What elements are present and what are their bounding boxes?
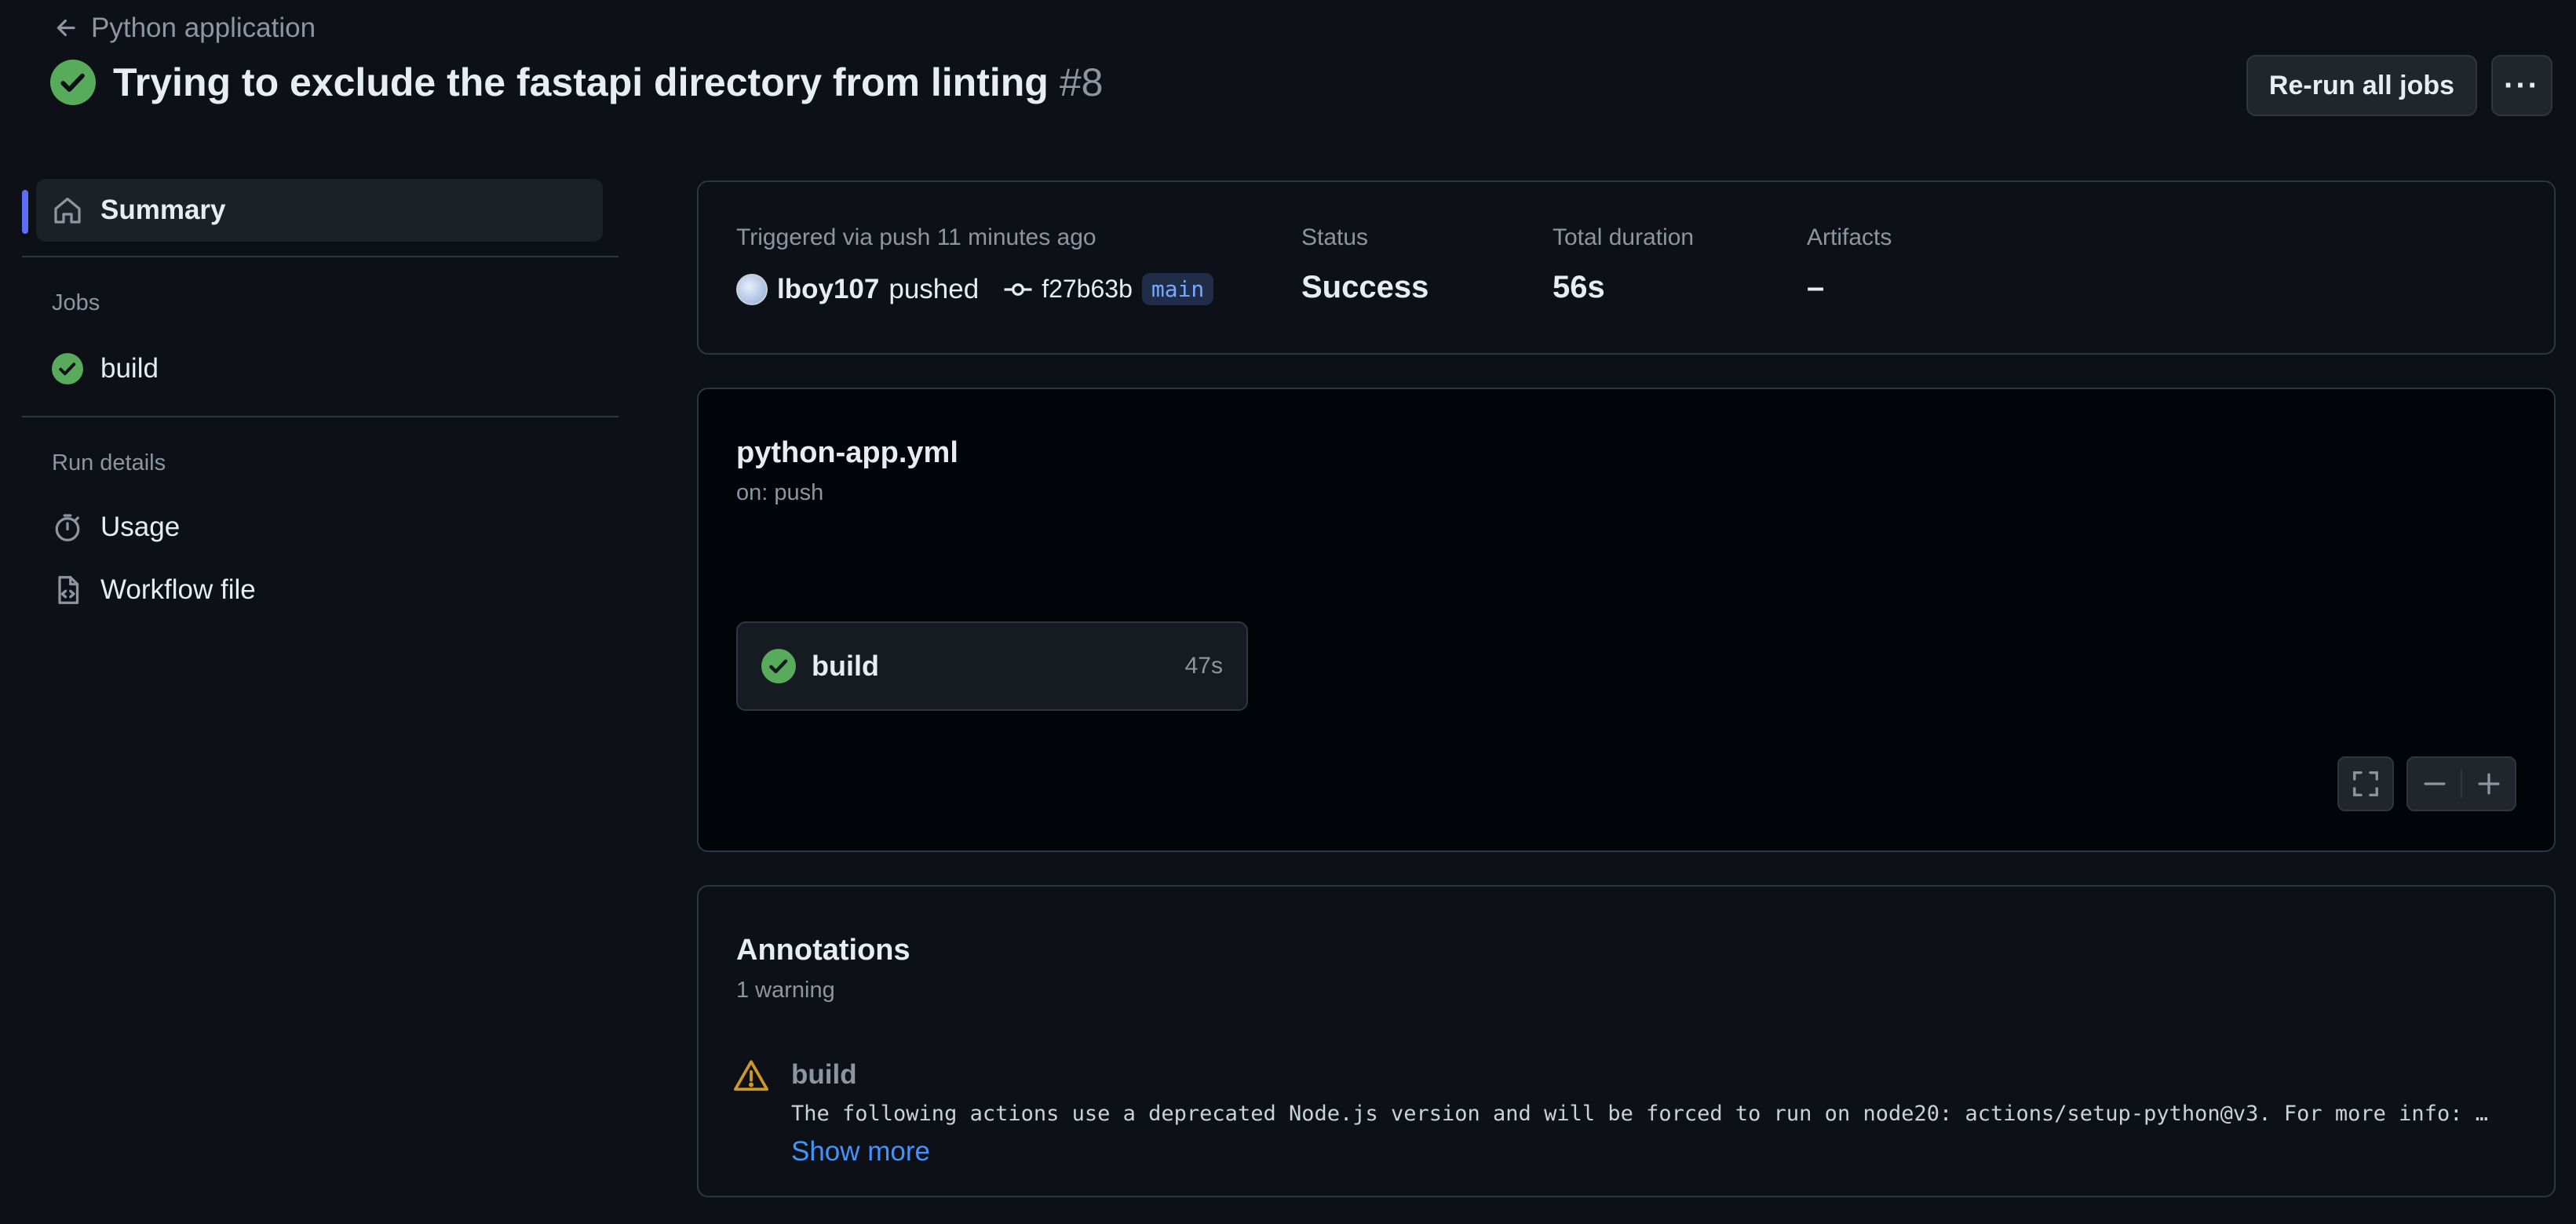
success-check-icon xyxy=(50,60,96,105)
pusher-row: lboy107 pushed f27b63b main xyxy=(736,273,1214,305)
show-more-link[interactable]: Show more xyxy=(791,1136,930,1168)
annotations-card xyxy=(697,885,2556,1197)
annotations-title: Annotations xyxy=(736,934,910,967)
page-title: Trying to exclude the fastapi directory … xyxy=(113,60,1049,104)
file-code-icon xyxy=(58,576,79,604)
kebab-icon: ··· xyxy=(2504,67,2540,103)
zoom-controls xyxy=(2406,756,2516,811)
artifacts-label: Artifacts xyxy=(1807,224,1892,250)
home-icon xyxy=(54,197,81,224)
commit-link[interactable]: f27b63b xyxy=(1002,274,1133,305)
sidebar-divider xyxy=(22,416,618,417)
annotation-job[interactable]: build xyxy=(791,1059,857,1091)
minus-icon xyxy=(2423,782,2446,785)
sidebar-divider xyxy=(22,256,618,257)
push-action: pushed xyxy=(888,273,980,304)
zoom-in-button[interactable] xyxy=(2461,769,2515,799)
run-details-heading: Run details xyxy=(52,450,166,475)
jobs-heading: Jobs xyxy=(52,290,100,315)
annotation-message: The following actions use a deprecated N… xyxy=(791,1102,2488,1126)
sidebar-item-build[interactable]: build xyxy=(52,353,159,384)
duration-value: 56s xyxy=(1553,270,1605,304)
page-title-row: Trying to exclude the fastapi directory … xyxy=(50,60,1103,105)
plus-icon xyxy=(2477,773,2500,795)
sidebar-item-label: Workflow file xyxy=(100,574,256,605)
workflow-graph-card xyxy=(697,388,2556,852)
duration-label: Total duration xyxy=(1553,224,1695,250)
commit-sha: f27b63b xyxy=(1042,275,1133,303)
sidebar-item-label: Usage xyxy=(100,512,181,542)
status-value: Success xyxy=(1301,270,1429,304)
sidebar-summary-content[interactable]: Summary xyxy=(52,195,226,226)
workflow-file-name: python-app.yml xyxy=(736,436,958,469)
more-options-button[interactable]: ··· xyxy=(2491,55,2552,116)
zoom-out-button[interactable] xyxy=(2408,769,2461,799)
back-link-label: Python application xyxy=(91,13,316,43)
stopwatch-icon xyxy=(55,514,80,541)
workflow-trigger: on: push xyxy=(736,480,824,505)
sidebar-item-label: Summary xyxy=(100,195,226,225)
trigger-text: Triggered via push 11 minutes ago xyxy=(736,224,1096,250)
sidebar-item-usage[interactable]: Usage xyxy=(52,512,180,543)
fullscreen-icon xyxy=(2353,771,2378,796)
rerun-all-jobs-button[interactable]: Re-run all jobs xyxy=(2246,55,2477,116)
warning-icon xyxy=(733,1058,769,1098)
avatar[interactable] xyxy=(736,273,768,305)
annotations-count: 1 warning xyxy=(736,978,835,1003)
run-number: #8 xyxy=(1059,60,1104,104)
sidebar-item-label: build xyxy=(100,353,159,384)
job-duration: 47s xyxy=(1184,653,1223,679)
back-link[interactable]: Python application xyxy=(53,13,316,44)
user-link[interactable]: lboy107 xyxy=(777,274,879,305)
git-commit-icon xyxy=(1004,282,1032,296)
active-indicator xyxy=(22,190,28,234)
artifacts-value: – xyxy=(1807,270,1825,304)
branch-badge[interactable]: main xyxy=(1141,273,1214,305)
success-check-icon xyxy=(52,353,83,384)
status-label: Status xyxy=(1301,224,1369,250)
job-node-build[interactable]: build 47s xyxy=(736,621,1248,711)
sidebar-item-workflow-file[interactable]: Workflow file xyxy=(52,574,256,606)
success-check-icon xyxy=(761,649,796,683)
arrow-left-icon xyxy=(57,19,75,37)
fullscreen-button[interactable] xyxy=(2337,756,2394,811)
run-summary-card xyxy=(697,180,2556,355)
job-name: build xyxy=(812,650,879,682)
